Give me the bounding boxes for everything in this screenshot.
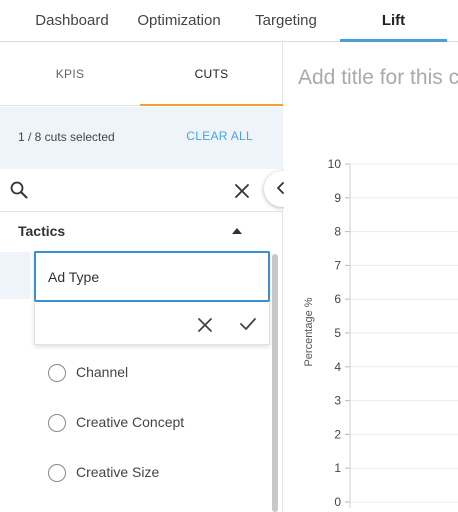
rename-cut-card: [34, 251, 270, 345]
radio-button[interactable]: [48, 414, 66, 432]
option-label: Channel: [76, 364, 129, 380]
top-nav-tabs: Dashboard Optimization Targeting Lift: [0, 0, 458, 42]
clear-all-button[interactable]: CLEAR ALL: [186, 129, 253, 143]
y-tick-label: 3: [334, 394, 341, 408]
y-tick-label: 9: [334, 191, 341, 205]
y-tick-label: 1: [334, 461, 341, 475]
radio-button[interactable]: [48, 464, 66, 482]
scrollbar[interactable]: [272, 254, 278, 512]
option-creative-concept[interactable]: Creative Concept: [0, 406, 272, 440]
tab-cuts-label: CUTS: [194, 67, 229, 81]
rename-cut-input[interactable]: [34, 251, 270, 302]
y-axis-label: Percentage %: [303, 297, 315, 366]
tab-lift-label: Lift: [381, 12, 406, 29]
tab-cuts[interactable]: CUTS: [140, 42, 283, 106]
group-header-tactics[interactable]: Tactics: [0, 213, 272, 251]
panel-sub-tabs: KPIS CUTS: [0, 42, 283, 106]
check-icon[interactable]: [239, 316, 257, 332]
search-input[interactable]: [34, 178, 224, 204]
y-tick-label: 2: [334, 427, 341, 441]
tab-kpis[interactable]: KPIS: [0, 42, 140, 106]
tab-lift[interactable]: Lift: [340, 0, 447, 42]
tab-targeting[interactable]: Targeting: [240, 0, 332, 42]
tab-dashboard[interactable]: Dashboard: [24, 0, 120, 42]
y-tick-label: 6: [334, 292, 341, 306]
y-tick-label: 4: [334, 360, 341, 374]
chart: Percentage % 109876543210: [303, 157, 458, 509]
group-title: Tactics: [18, 223, 66, 239]
scrollbar-thumb[interactable]: [272, 254, 278, 512]
search-icon: [10, 181, 28, 199]
selection-bar: 1 / 8 cuts selected CLEAR ALL: [0, 107, 283, 169]
cuts-panel: KPIS CUTS 1 / 8 cuts selected CLEAR ALL …: [0, 42, 283, 512]
option-label: Creative Size: [76, 464, 160, 480]
y-tick-label: 8: [334, 225, 341, 239]
y-tick-label: 5: [334, 326, 341, 340]
active-subtab-indicator: [140, 104, 283, 106]
caret-up-icon[interactable]: [232, 228, 242, 234]
y-tick-label: 10: [328, 157, 342, 171]
radio-button[interactable]: [48, 364, 66, 382]
selected-row-highlight: [0, 252, 30, 299]
option-label: Creative Concept: [76, 414, 185, 430]
close-icon[interactable]: [234, 183, 250, 199]
selection-count: 1 / 8 cuts selected: [18, 130, 115, 144]
option-channel[interactable]: Channel: [0, 356, 272, 390]
option-creative-size[interactable]: Creative Size: [0, 456, 272, 490]
search-bar: [0, 170, 283, 212]
chart-panel: Add title for this c Percentage % 10 9 8 7 6…: [284, 42, 458, 512]
tab-optimization[interactable]: Optimization: [128, 0, 230, 42]
y-tick-label: 7: [334, 258, 341, 272]
close-icon[interactable]: [197, 317, 213, 333]
y-tick-label: 0: [334, 495, 341, 509]
